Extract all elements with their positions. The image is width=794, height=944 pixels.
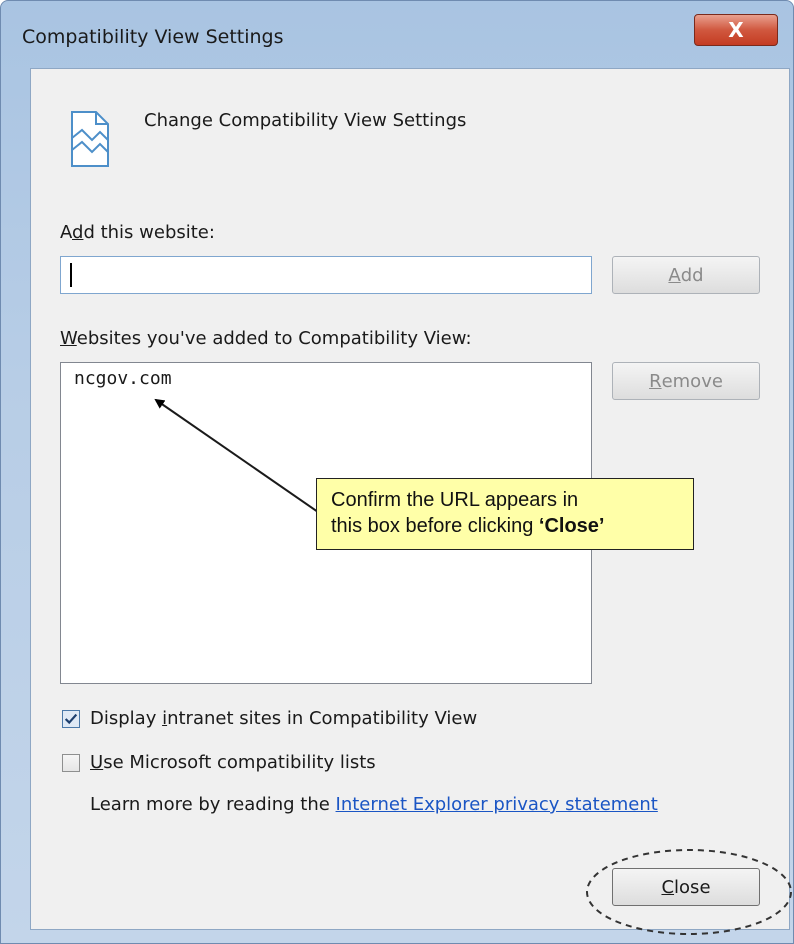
ms-lists-checkbox-label[interactable]: Use Microsoft compatibility lists xyxy=(90,752,376,773)
ms-lists-checkbox[interactable] xyxy=(62,754,80,772)
checkmark-icon xyxy=(64,713,78,725)
header-title: Change Compatibility View Settings xyxy=(144,110,467,131)
intranet-checkbox[interactable] xyxy=(62,710,80,728)
close-button[interactable]: Close xyxy=(612,868,760,906)
window-title: Compatibility View Settings xyxy=(22,26,284,48)
annotation-callout: Confirm the URL appears in this box befo… xyxy=(316,478,694,550)
intranet-checkbox-label[interactable]: Display intranet sites in Compatibility … xyxy=(90,708,477,729)
callout-line-2: this box before clicking ‘Close’ xyxy=(331,515,605,537)
add-button[interactable]: Add xyxy=(612,256,760,294)
page-broken-icon xyxy=(71,111,109,167)
privacy-statement-link[interactable]: Internet Explorer privacy statement xyxy=(336,794,658,815)
sites-list-label: Websites you've added to Compatibility V… xyxy=(60,328,472,349)
callout-line-1: Confirm the URL appears in xyxy=(331,489,579,511)
text-caret xyxy=(70,263,72,287)
add-website-input[interactable] xyxy=(60,256,592,294)
list-item[interactable]: ncgov.com xyxy=(74,368,172,389)
learn-more-text: Learn more by reading the Internet Explo… xyxy=(90,794,658,815)
window-close-button[interactable]: X xyxy=(694,14,778,46)
remove-button[interactable]: Remove xyxy=(612,362,760,400)
close-icon: X xyxy=(728,18,744,42)
add-website-label: Add this website: xyxy=(60,222,215,243)
